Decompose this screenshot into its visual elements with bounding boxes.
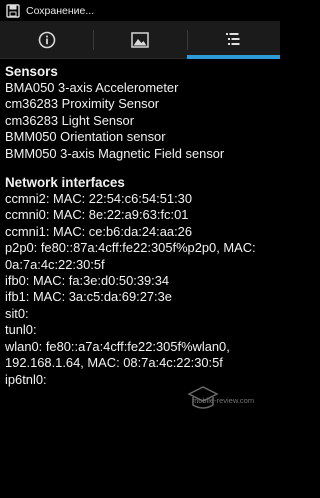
network-item: ifb0: MAC: fa:3e:d0:50:39:34 [5, 273, 170, 289]
list-icon [226, 32, 240, 45]
network-item: wlan0: fe80::a7a:4cff:fe22:305f%wlan0, [5, 338, 230, 354]
status-text: Сохранение... [26, 4, 95, 17]
network-list: ccmni2: MAC: 22:54:c6:54:51:30 ccmni0: M… [5, 191, 277, 388]
status-bar: Сохранение... [0, 0, 280, 21]
network-item: ifb1: MAC: 3a:c5:da:69:27:3e [5, 289, 172, 305]
image-icon [131, 31, 149, 48]
watermark-text: mobile-review.com [192, 395, 255, 405]
network-item: p2p0: fe80::87a:4cff:fe22:305f%p2p0, MAC… [5, 240, 256, 256]
sensor-item: BMM050 3-axis Magnetic Field sensor [5, 145, 225, 161]
network-item: 192.168.1.64, MAC: 08:7a:4c:22:30:5f [5, 355, 223, 371]
watermark: mobile-review.com [186, 384, 254, 414]
network-item: sit0: [5, 305, 29, 321]
network-item: tunl0: [5, 322, 37, 338]
sensor-item: BMA050 3-axis Accelerometer [5, 80, 179, 95]
network-header: Network interfaces [5, 175, 125, 191]
device-info-content: Sensors BMA050 3-axis Accelerometer cm36… [5, 64, 277, 388]
sensors-list: BMA050 3-axis Accelerometer cm36283 Prox… [5, 80, 277, 162]
tab-list[interactable] [186, 21, 281, 59]
sensor-item: cm36283 Proximity Sensor [5, 96, 160, 112]
save-icon [6, 3, 20, 18]
network-item: ccmni2: MAC: 22:54:c6:54:51:30 [5, 191, 193, 207]
tab-bar [0, 21, 281, 59]
sensors-header: Sensors [5, 64, 58, 79]
sensor-item: cm36283 Light Sensor [5, 112, 134, 128]
info-icon [38, 31, 55, 48]
network-item: ccmni1: MAC: ce:b6:da:24:aa:26 [5, 223, 193, 239]
tab-info[interactable] [0, 21, 93, 58]
tab-image[interactable] [93, 21, 186, 58]
network-item: 0a:7a:4c:22:30:5f [5, 256, 105, 272]
network-item: ccmni0: MAC: 8e:22:a9:63:fc:01 [5, 207, 189, 223]
sensor-item: BMM050 Orientation sensor [5, 129, 166, 145]
